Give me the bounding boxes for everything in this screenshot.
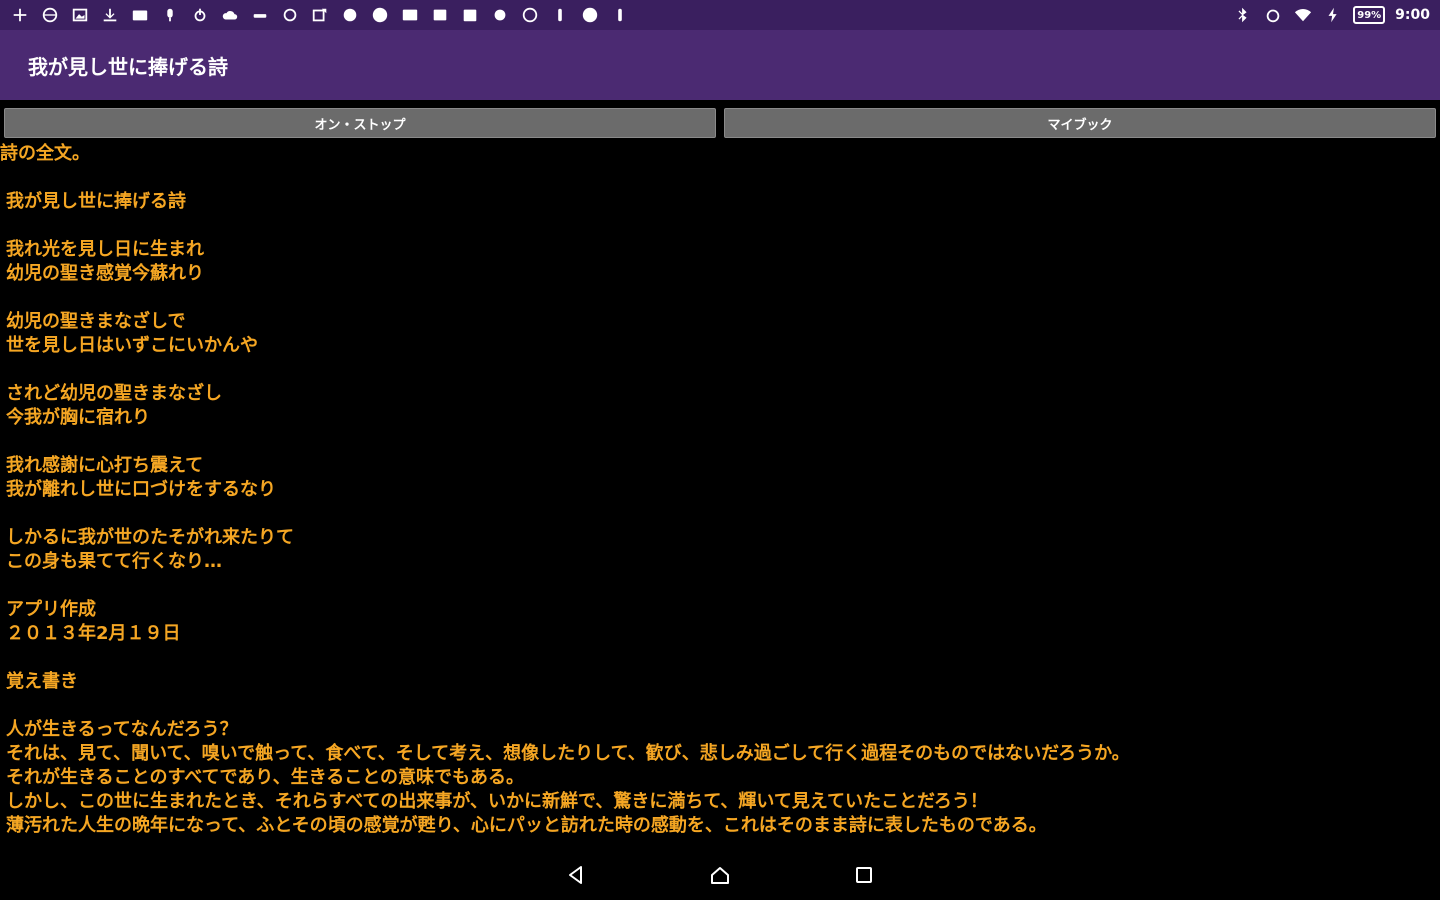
battery-indicator: 99% <box>1353 6 1386 24</box>
refresh-icon <box>280 5 300 25</box>
globe-icon <box>40 5 60 25</box>
home-icon <box>711 867 729 884</box>
alert-icon <box>580 5 600 25</box>
text-line: 我が見し世に捧げる詩 <box>6 191 186 212</box>
text-line: アプリ作成 <box>6 599 96 620</box>
circle-icon <box>490 5 510 25</box>
text-line: 世を見し日はいずこにいかんや <box>6 335 258 356</box>
spark-icon <box>340 5 360 25</box>
text-line: 人が生きるってなんだろう？ <box>6 719 238 740</box>
calendar-icon <box>460 5 480 25</box>
back-button[interactable] <box>559 858 593 892</box>
my-book-button[interactable]: マイブック <box>724 108 1436 138</box>
power-icon <box>190 5 210 25</box>
text-line: 覚え書き <box>6 671 78 692</box>
text-line: この身も果てて行くなり… <box>6 551 222 572</box>
bar-icon <box>250 5 270 25</box>
mic-icon <box>160 5 180 25</box>
compass-icon <box>520 5 540 25</box>
poem-text-view[interactable]: 詩の全文。我が見し世に捧げる詩 我れ光を見し日に生まれ 幼児の聖き感覚今蘇れり 幼児の… <box>0 142 1440 848</box>
grid-icon <box>430 5 450 25</box>
text-line: 幼児の聖き感覚今蘇れり <box>6 263 204 284</box>
text-line: それが生きることのすべてであり、生きることの意味でもある。 <box>6 767 525 788</box>
recents-icon <box>856 867 872 883</box>
text-line: ２０１３年2月１９日 <box>6 623 181 644</box>
app-title: 我が見し世に捧げる詩 <box>28 54 228 79</box>
alarm-icon <box>1263 5 1283 25</box>
share-icon <box>310 5 330 25</box>
image-icon <box>70 5 90 25</box>
text-line: 我れ感謝に心打ち震えて <box>6 455 204 476</box>
back-icon <box>569 866 582 884</box>
text-line: 幼児の聖きまなざしで <box>6 311 186 332</box>
plus-circle-icon <box>370 5 390 25</box>
wifi-icon <box>1293 5 1313 25</box>
keyboard-icon <box>400 5 420 25</box>
download-icon <box>100 5 120 25</box>
text-line: されど幼児の聖きまなざし <box>6 383 222 404</box>
text-line: それは、見て、聞いて、嗅いで触って、食べて、そして考え、想像したりして、歓び、悲… <box>6 743 1130 764</box>
on-stop-button[interactable]: オン・ストップ <box>4 108 716 138</box>
button-row: オン・ストップ マイブック <box>0 104 1440 138</box>
charging-icon <box>1323 5 1343 25</box>
clock: 9:00 <box>1395 7 1430 23</box>
plus-icon <box>10 5 30 25</box>
text-line: 今我が胸に宿れり <box>6 407 150 428</box>
text-line: 薄汚れた人生の晩年になって、ふとその頃の感覚が甦り、心にパッと訪れた時の感動を、… <box>6 815 1047 836</box>
recents-button[interactable] <box>847 858 881 892</box>
text-line: 我が離れし世に口づけをするなり <box>6 479 276 500</box>
text-line: 我れ光を見し日に生まれ <box>6 239 204 260</box>
home-button[interactable] <box>703 858 737 892</box>
exclaim-icon <box>610 5 630 25</box>
status-bar: 99% 9:00 <box>0 0 1440 30</box>
notification-icons <box>10 5 630 25</box>
text-line: しかし、この世に生まれたとき、それらすべての出来事が、いかに新鮮で、驚きに満ちて… <box>6 791 988 812</box>
app-bar: 我が見し世に捧げる詩 <box>0 30 1440 100</box>
cloud-icon <box>220 5 240 25</box>
text-line: しかるに我が世のたそがれ来たりて <box>6 527 294 548</box>
navigation-bar <box>0 850 1440 900</box>
mail-icon <box>130 5 150 25</box>
tap-icon <box>550 5 570 25</box>
bluetooth-icon <box>1233 5 1253 25</box>
system-icons: 99% 9:00 <box>1233 5 1430 25</box>
text-line: 詩の全文。 <box>0 143 90 164</box>
